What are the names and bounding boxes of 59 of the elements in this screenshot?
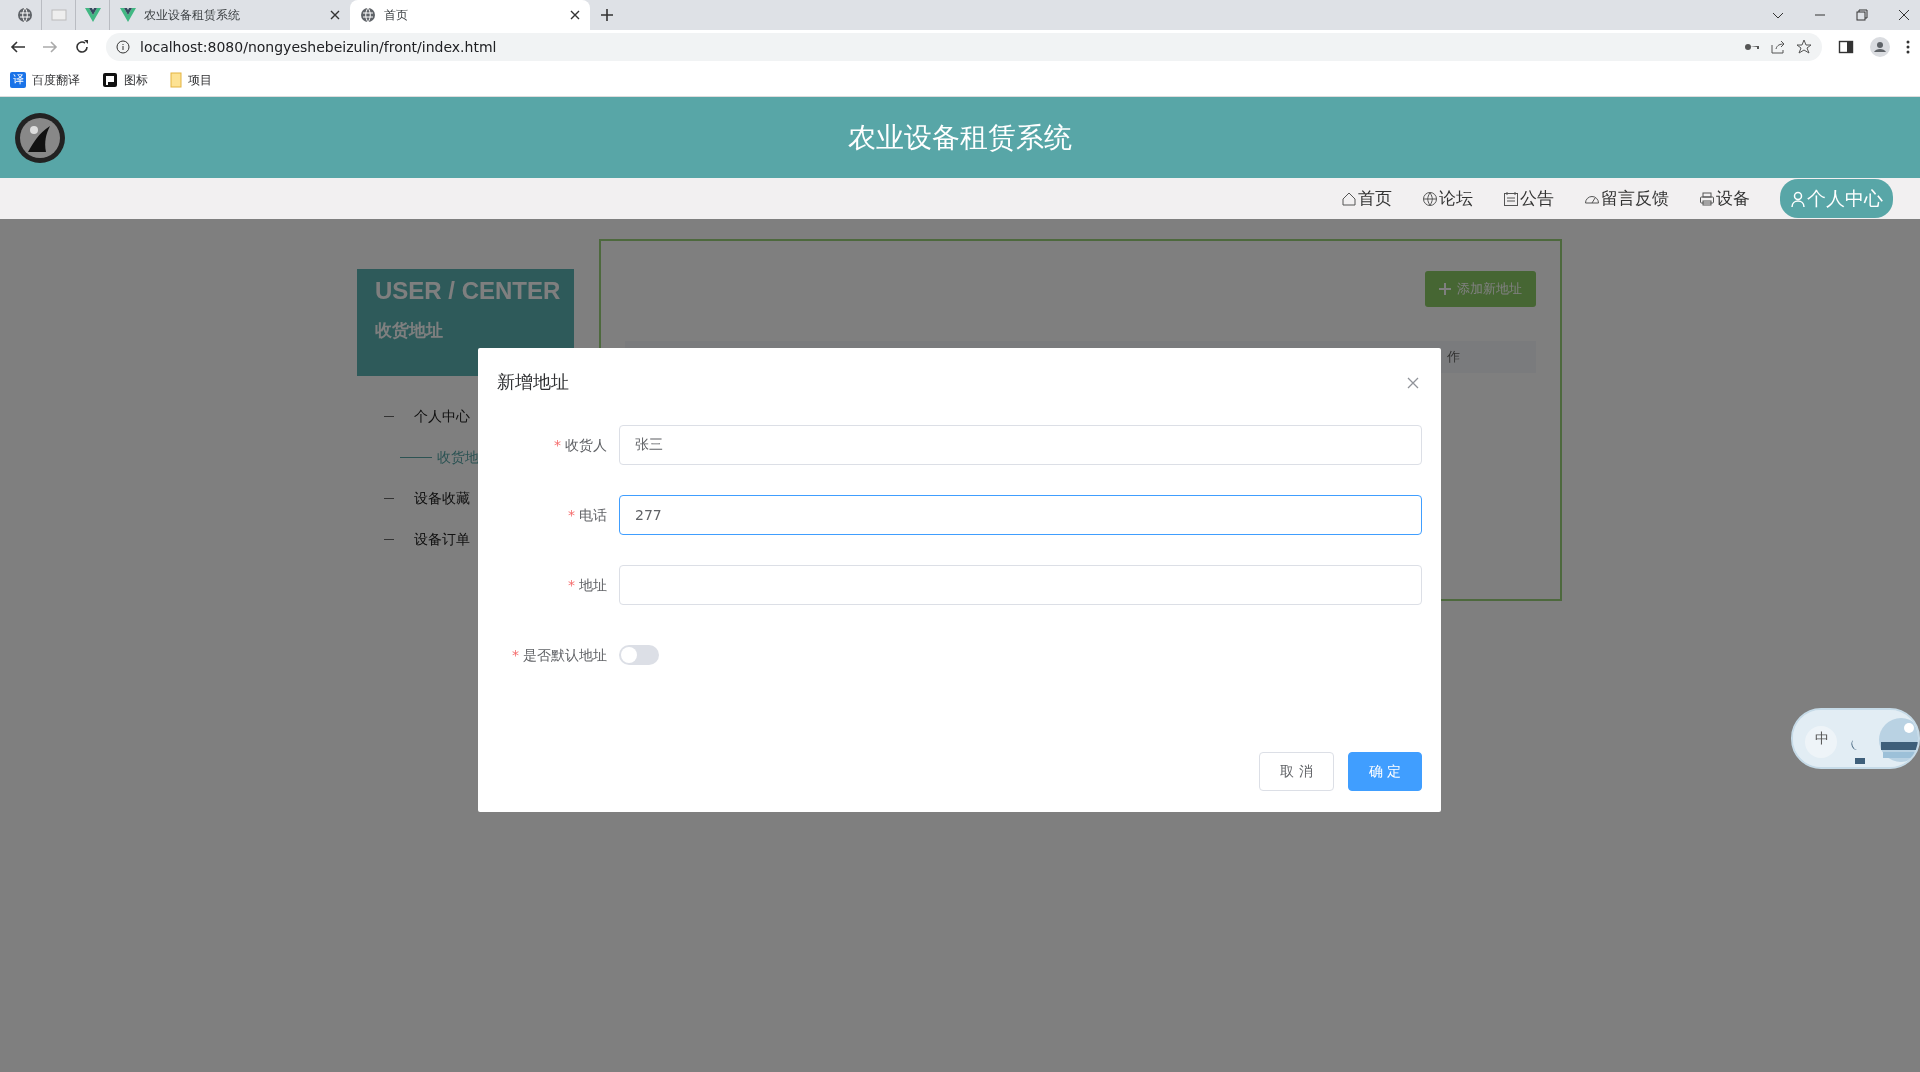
globe-icon: [16, 7, 33, 23]
bookmark[interactable]: 译 百度翻译: [10, 71, 80, 89]
logo-icon: [14, 111, 66, 164]
sidebar-subheading: 收货地址: [375, 319, 444, 343]
v-logo-icon: [84, 7, 101, 23]
user-icon: [1790, 189, 1806, 208]
folder-icon: [170, 72, 182, 88]
input-method-widget[interactable]: 中: [1791, 708, 1920, 769]
close-icon[interactable]: [330, 10, 340, 20]
home-icon: [1341, 190, 1357, 207]
bookmark[interactable]: 项目: [170, 71, 212, 89]
printer-icon: [1699, 190, 1715, 207]
bookmark[interactable]: 图标: [102, 71, 148, 89]
v-logo-icon: [120, 7, 136, 23]
calendar-icon: [1503, 190, 1519, 207]
toggle-switch[interactable]: [619, 645, 659, 665]
translate-icon: 译: [10, 72, 26, 88]
plus-icon: [1439, 282, 1451, 295]
column-header: 作: [1447, 347, 1460, 366]
info-icon: [116, 40, 130, 54]
sidebar-item[interactable]: 设备收藏: [414, 488, 470, 509]
field-label: * 地址: [567, 575, 607, 595]
close-icon[interactable]: [1898, 9, 1910, 21]
nav-link[interactable]: 设备: [1699, 185, 1750, 212]
dialog-title: 新增地址: [497, 370, 569, 394]
sidebar-item[interactable]: 个人中心: [414, 406, 470, 427]
restore-icon[interactable]: [1856, 9, 1868, 21]
nav-link[interactable]: 首页: [1341, 185, 1392, 212]
close-icon[interactable]: [570, 10, 580, 20]
sidebar-item[interactable]: 设备订单: [414, 529, 470, 550]
star-icon[interactable]: [1796, 39, 1812, 55]
nav-link[interactable]: 论坛: [1422, 185, 1473, 212]
close-icon: [1407, 376, 1419, 389]
site-title: 农业设备租赁系统: [847, 119, 1073, 156]
back-icon[interactable]: [10, 39, 26, 55]
input-field[interactable]: [619, 565, 1422, 605]
address-bar[interactable]: localhost:8080/nongyeshebeizulin/front/index.html: [106, 33, 1822, 61]
nav-link[interactable]: 公告: [1503, 185, 1554, 212]
input-field[interactable]: 277: [619, 495, 1422, 535]
field-label: * 电话: [567, 505, 607, 525]
field-label: * 是否默认地址: [511, 645, 607, 665]
globe-icon: [360, 7, 376, 23]
nav-link[interactable]: 留言反馈: [1584, 185, 1669, 212]
url-text: localhost:8080/nongyeshebeizulin/front/index.html: [140, 37, 497, 57]
input-field[interactable]: 张三: [619, 425, 1422, 465]
profile-icon[interactable]: [1870, 37, 1890, 57]
page-icon: [50, 7, 67, 23]
flag-icon: [102, 72, 118, 88]
side-panel-icon[interactable]: [1838, 39, 1854, 55]
globe-icon: [1422, 190, 1438, 207]
field-label: * 收货人: [553, 435, 607, 455]
more-icon[interactable]: [1906, 39, 1910, 55]
share-icon[interactable]: [1770, 39, 1786, 55]
browser-tab[interactable]: 农业设备租赁系统: [110, 0, 350, 30]
cancel-button[interactable]: 取 消: [1259, 752, 1334, 791]
reload-icon[interactable]: [74, 39, 90, 55]
sidebar-heading: USER / CENTER: [375, 276, 561, 306]
widget-label: 中: [1815, 729, 1829, 748]
browser-tab[interactable]: 首页: [350, 0, 590, 30]
